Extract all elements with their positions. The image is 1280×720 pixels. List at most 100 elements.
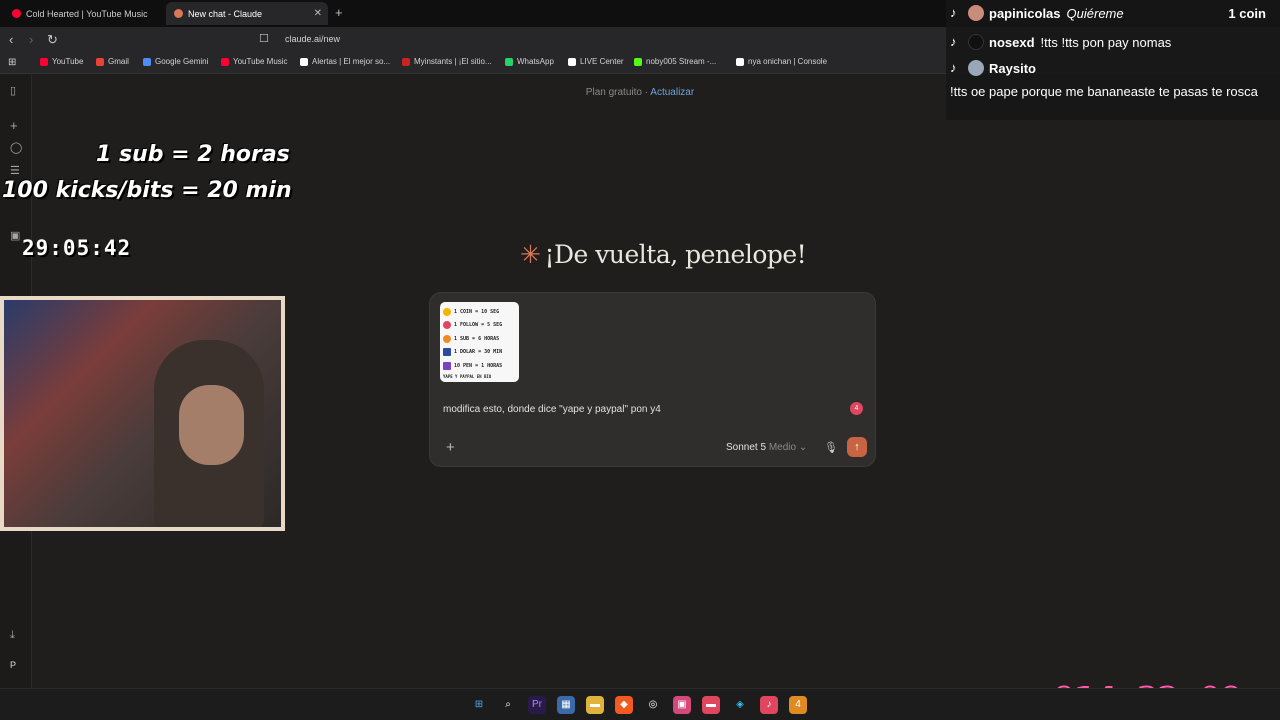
overlay-kicks-rate: 100 kicks/bits = 20 min [2, 178, 292, 203]
greeting-text: ¡De vuelta, penelope! [544, 240, 807, 269]
chat-username: Raysito [989, 60, 1036, 76]
tiktok-live-icon[interactable]: ♪ [760, 696, 778, 714]
console-icon [736, 57, 744, 66]
tiktok-icon [568, 57, 576, 66]
chat-message: ♪ Raysito [950, 60, 1036, 76]
app-icon[interactable]: ◎ [644, 696, 662, 714]
gmail-icon [96, 57, 104, 66]
claude-logo-icon: ✳ [520, 240, 541, 269]
myinstants-icon [402, 57, 410, 66]
microphone-icon[interactable]: 🎙 [824, 441, 838, 454]
app-icon[interactable]: ▬ [702, 696, 720, 714]
search-icon[interactable]: ⌕ [499, 696, 517, 714]
attachment-row: 1 FOLLOW = 5 SEG [443, 319, 516, 333]
app-icon[interactable]: ▣ [673, 696, 691, 714]
overlay-sub-rate: 1 sub = 2 horas [96, 142, 290, 167]
reload-icon[interactable]: ↻ [47, 32, 58, 48]
new-chat-icon[interactable]: + [10, 118, 18, 133]
bookmark-gemini[interactable]: Google Gemini [143, 57, 208, 66]
webcam-image [4, 300, 281, 527]
projects-icon[interactable]: ☰ [10, 164, 20, 177]
model-selector[interactable]: Sonnet 5 Medio ⌄ [726, 442, 807, 453]
bookmark-whatsapp[interactable]: WhatsApp [505, 57, 554, 66]
chat-username: papinicolas [989, 5, 1061, 21]
plan-label: Plan gratuito [585, 87, 642, 98]
artifacts-icon[interactable]: ▣ [10, 229, 20, 242]
tab-label: New chat - Claude [188, 8, 263, 19]
prompt-input[interactable]: modifica esto, donde dice "yape y paypal… [443, 404, 661, 415]
chat-text: !tts oe pape porque me bananeaste te pas… [950, 84, 1258, 99]
tab-youtube-music[interactable]: Cold Hearted | YouTube Music [4, 2, 164, 25]
close-tab-icon[interactable]: ✕ [314, 8, 322, 19]
avatar[interactable]: P [10, 660, 16, 670]
bookmark-icon[interactable]: ☐ [259, 32, 269, 45]
tiktok-icon: ♪ [950, 5, 957, 20]
download-icon[interactable]: ⤓ [10, 629, 15, 642]
streamer-face [179, 385, 244, 465]
bookmark-youtube-music[interactable]: YouTube Music [221, 57, 288, 66]
paypal-icon [443, 348, 451, 357]
bookmark-console[interactable]: nya onichan | Console [736, 57, 827, 66]
live-chat-overlay: ♪ papinicolas Quiéreme ♪ nosexd !tts !tt… [946, 0, 1280, 120]
photos-icon[interactable]: ▦ [557, 696, 575, 714]
bookmark-gmail[interactable]: Gmail [96, 57, 129, 66]
chat-message: ♪ papinicolas Quiéreme [950, 5, 1124, 21]
overlay-timer: 29:05:42 [22, 236, 132, 260]
chats-icon[interactable]: ◯ [10, 141, 22, 154]
greeting: ✳ ¡De vuelta, penelope! [520, 240, 807, 269]
gemini-icon [143, 57, 151, 66]
new-tab-icon[interactable]: + [335, 5, 343, 20]
windows-start-icon[interactable]: ⊞ [470, 696, 488, 714]
forward-icon[interactable]: › [29, 32, 33, 47]
grammar-badge[interactable]: 4 [850, 402, 863, 415]
youtube-music-icon [12, 9, 21, 18]
address-bar[interactable]: claude.ai/new [285, 34, 340, 44]
kick-icon [634, 57, 642, 66]
tiktok-icon: ♪ [950, 60, 957, 75]
attachment-row: 10 PEN = 1 HORAS [443, 359, 516, 373]
model-name: Sonnet 5 [726, 442, 767, 453]
add-attachment-icon[interactable]: + [446, 439, 455, 456]
follow-icon [443, 321, 451, 330]
model-effort: Medio [768, 442, 797, 453]
avatar [968, 34, 984, 50]
chat-username: nosexd [989, 34, 1035, 50]
bookmark-myinstants[interactable]: Myinstants | ¡El sitio... [402, 57, 492, 66]
chat-text: Quiéreme [1066, 5, 1124, 21]
chat-message: ♪ nosexd !tts !tts pon pay nomas [950, 34, 1171, 50]
attachment-thumbnail[interactable]: 1 COIN = 10 SEG 1 FOLLOW = 5 SEG 1 SUB =… [440, 302, 519, 382]
attachment-row: 1 DOLAR = 30 MIN [443, 346, 516, 360]
app-icon[interactable]: 4 [789, 696, 807, 714]
attachment-footer: YAPE Y PAYPAL EN BIO [443, 374, 492, 379]
chevron-down-icon: ⌄ [798, 442, 808, 453]
upgrade-link[interactable]: Actualizar [650, 87, 694, 98]
send-button[interactable]: ↑ [847, 437, 867, 457]
alertas-icon [300, 57, 308, 66]
coin-icon [443, 307, 451, 316]
attachment-row: 1 COIN = 10 SEG [443, 305, 516, 319]
yape-icon [443, 361, 451, 370]
tab-claude[interactable]: New chat - Claude ✕ [166, 2, 328, 25]
back-icon[interactable]: ‹ [9, 32, 13, 47]
apps-icon[interactable]: ⊞ [8, 57, 16, 68]
bookmark-youtube[interactable]: YouTube [40, 57, 83, 66]
tiktok-icon: ♪ [950, 34, 957, 49]
attachment-row: 1 SUB = 6 HORAS [443, 332, 516, 346]
chat-text: !tts !tts pon pay nomas [1040, 34, 1172, 50]
brave-icon[interactable]: ◆ [615, 696, 633, 714]
webcam-overlay [0, 296, 285, 531]
youtube-music-icon [221, 57, 229, 66]
avatar [968, 5, 984, 21]
chat-composer[interactable]: 1 COIN = 10 SEG 1 FOLLOW = 5 SEG 1 SUB =… [429, 292, 876, 467]
bookmark-kick-stream[interactable]: noby005 Stream -... [634, 57, 716, 66]
sub-icon [443, 334, 451, 343]
app-icon[interactable]: ◈ [731, 696, 749, 714]
file-explorer-icon[interactable]: ▬ [586, 696, 604, 714]
bookmark-alertas[interactable]: Alertas | El mejor so... [300, 57, 390, 66]
avatar [968, 60, 984, 76]
bookmark-live-center[interactable]: LIVE Center [568, 57, 624, 66]
arrow-up-icon: ↑ [854, 441, 860, 453]
whatsapp-icon [505, 57, 513, 66]
premiere-icon[interactable]: Pr [528, 696, 546, 714]
youtube-icon [40, 57, 48, 66]
